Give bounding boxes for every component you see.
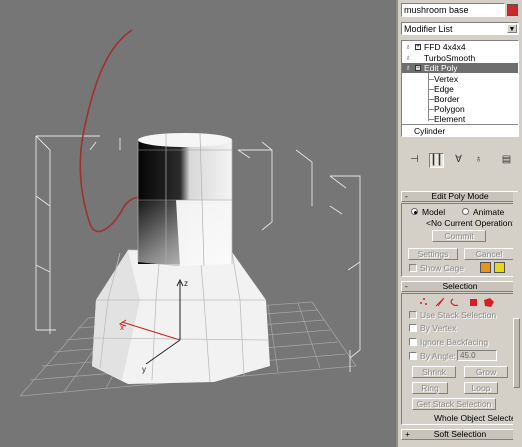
by-vertex-checkbox[interactable] xyxy=(409,324,417,332)
loop-button[interactable]: Loop xyxy=(464,382,498,394)
subobject-label: Edge xyxy=(434,84,454,94)
rollout-title: Selection xyxy=(442,281,478,291)
ring-button[interactable]: Ring xyxy=(412,382,448,394)
subobject-vertex[interactable]: Vertex xyxy=(402,74,518,84)
model-radio-label: Model xyxy=(422,207,446,217)
grow-button[interactable]: Grow xyxy=(464,366,508,378)
mushroom-base-cylinder xyxy=(137,133,233,267)
collapse-toggle: - xyxy=(405,281,408,291)
configure-modifier-sets-button[interactable]: ▤ xyxy=(499,153,514,168)
rollout-soft-selection-header[interactable]: + Soft Selection xyxy=(401,429,519,440)
chevron-down-icon[interactable]: ▼ xyxy=(507,24,517,33)
modifier-list-dropdown[interactable]: Modifier List ▼ xyxy=(401,22,519,35)
show-end-result-button[interactable]: ┃┃ xyxy=(429,153,444,168)
subobject-border[interactable]: Border xyxy=(402,94,518,104)
settings-button[interactable]: Settings xyxy=(408,248,458,260)
cancel-button[interactable]: Cancel xyxy=(464,248,514,260)
mushroom-base-lower xyxy=(92,249,270,384)
by-angle-spinner[interactable]: 45.0 xyxy=(457,350,497,361)
element-icon xyxy=(484,298,494,307)
animate-radio[interactable] xyxy=(462,208,469,215)
trash-icon: ♁ xyxy=(474,154,483,165)
modifier-list-label: Modifier List xyxy=(404,24,453,34)
axis-x-label: x xyxy=(120,323,124,332)
cage-selected-color-swatch[interactable] xyxy=(494,262,505,273)
object-name-field[interactable] xyxy=(401,3,505,17)
subobject-polygon[interactable]: Polygon xyxy=(402,104,518,114)
subobject-element[interactable]: Element xyxy=(402,114,518,124)
base-object-label: Cylinder xyxy=(414,126,446,136)
expand-plus-icon[interactable]: + xyxy=(415,44,421,50)
stack-item-label: Edit Poly xyxy=(424,63,458,73)
viewport-scene: x z y xyxy=(19,29,361,397)
modifier-stack[interactable]: ♁ + FFD 4x4x4 ♁ TurboSmooth ♁ − Edit Pol… xyxy=(401,40,519,137)
ignore-backfacing-label: Ignore Backfacing xyxy=(420,337,489,347)
stack-item-base-object[interactable]: Cylinder xyxy=(402,126,518,136)
object-name-row xyxy=(401,3,519,17)
subobject-label: Border xyxy=(434,94,460,104)
rollout-selection-body: Use Stack Selection By Vertex Ignore Bac… xyxy=(401,293,521,425)
lightbulb-icon[interactable]: ♁ xyxy=(405,54,412,62)
by-angle-label: By Angle: xyxy=(420,351,456,361)
stack-item-turbosmooth[interactable]: ♁ TurboSmooth xyxy=(402,53,518,63)
perspective-viewport[interactable]: x z y xyxy=(0,0,396,447)
subobject-icons xyxy=(420,297,494,307)
subobject-label: Element xyxy=(434,114,466,124)
lightbulb-icon[interactable]: ♁ xyxy=(405,64,412,72)
stack-item-edit-poly[interactable]: ♁ − Edit Poly xyxy=(402,63,518,73)
by-angle-checkbox[interactable] xyxy=(409,352,417,360)
make-unique-button[interactable]: ∀ xyxy=(451,153,466,168)
cage-color-swatch[interactable] xyxy=(480,262,491,273)
stack-item-ffd[interactable]: ♁ + FFD 4x4x4 xyxy=(402,42,518,52)
subobject-edge[interactable]: Edge xyxy=(402,84,518,94)
use-stack-selection-checkbox[interactable] xyxy=(409,311,417,319)
current-operation-text: <No Current Operation> xyxy=(426,218,518,228)
pin-stack-button[interactable]: ⊣ xyxy=(407,153,422,168)
lightbulb-icon[interactable]: ♁ xyxy=(405,43,412,51)
shrink-button[interactable]: Shrink xyxy=(412,366,456,378)
collapse-toggle: - xyxy=(405,191,408,201)
selection-status-text: Whole Object Selected xyxy=(434,413,521,423)
stack-toolbar: ⊣ ┃┃ ∀ ♁ ▤ xyxy=(401,151,519,171)
panel-scrollbar-thumb[interactable] xyxy=(513,318,520,388)
by-vertex-label: By Vertex xyxy=(420,323,457,333)
axis-z-label: y xyxy=(142,365,146,374)
pin-icon: ⊣ xyxy=(410,154,419,165)
make-unique-icon: ∀ xyxy=(455,154,462,165)
configure-icon: ▤ xyxy=(501,154,512,165)
polygon-icon xyxy=(470,299,477,306)
expand-toggle: + xyxy=(405,429,410,439)
animate-radio-label: Animate xyxy=(473,207,505,217)
collapse-minus-icon[interactable]: − xyxy=(415,65,421,71)
rollout-edit-poly-mode-header[interactable]: - Edit Poly Mode xyxy=(401,191,519,202)
command-panel-modify: Modifier List ▼ ♁ + FFD 4x4x4 ♁ TurboSmo… xyxy=(396,0,522,447)
subobject-label: Vertex xyxy=(434,74,459,84)
get-stack-selection-button[interactable]: Get Stack Selection xyxy=(412,398,496,410)
remove-modifier-button[interactable]: ♁ xyxy=(471,153,486,168)
show-end-result-icon: ┃┃ xyxy=(430,155,443,166)
subobject-label: Polygon xyxy=(434,104,465,114)
edge-icon xyxy=(435,297,445,307)
use-stack-selection-label: Use Stack Selection xyxy=(420,310,497,320)
stack-item-label: FFD 4x4x4 xyxy=(424,42,466,52)
model-radio[interactable] xyxy=(411,208,418,215)
ignore-backfacing-checkbox[interactable] xyxy=(409,338,417,346)
rollout-title: Edit Poly Mode xyxy=(431,191,489,201)
border-icon xyxy=(450,298,459,307)
show-cage-checkbox[interactable] xyxy=(409,264,417,272)
show-cage-label: Show Cage xyxy=(420,263,464,273)
rollout-selection-header[interactable]: - Selection xyxy=(401,281,519,292)
stack-separator xyxy=(402,124,518,125)
axis-y-label: z xyxy=(184,279,188,288)
commit-button[interactable]: Commit xyxy=(432,230,486,242)
stack-item-label: TurboSmooth xyxy=(424,53,476,63)
vertex-icon xyxy=(420,298,427,305)
object-color-swatch[interactable] xyxy=(507,4,518,16)
rollout-edit-poly-mode-body: Model Animate <No Current Operation> Com… xyxy=(401,203,519,277)
rollout-title: Soft Selection xyxy=(433,429,487,439)
